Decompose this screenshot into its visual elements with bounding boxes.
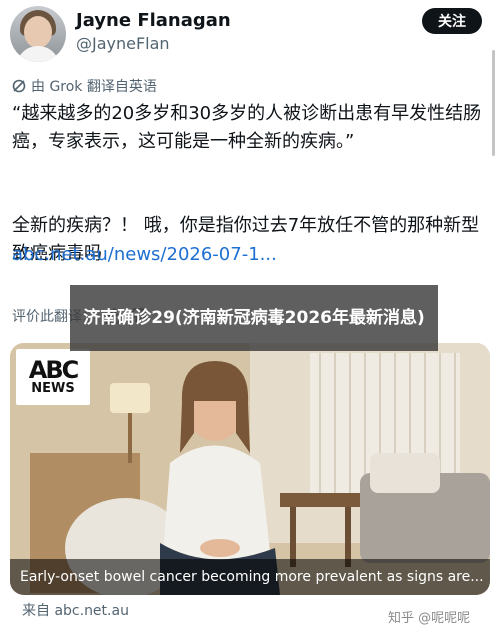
translation-text: 由 Grok 翻译自英语 bbox=[31, 79, 157, 95]
card-caption[interactable]: Early-onset bowel cancer becoming more p… bbox=[10, 559, 490, 595]
post-paragraph-1: “越来越多的20多岁和30多岁的人被诊断出患有早发性结肠癌，专家表示，这可能是一… bbox=[12, 103, 482, 152]
follow-button[interactable]: 关注 bbox=[422, 8, 482, 34]
scrollbar[interactable] bbox=[492, 50, 495, 156]
overlay-title: 济南确诊29(济南新冠病毒2026年最新消息) bbox=[70, 285, 438, 351]
translation-label: 由 Grok 翻译自英语 bbox=[12, 76, 157, 96]
translate-icon bbox=[12, 79, 26, 93]
link-source[interactable]: 来自 abc.net.au bbox=[22, 600, 129, 620]
post-link[interactable]: abc.net.au/news/2026-07-1... bbox=[12, 244, 277, 265]
abc-logo-text: NEWS bbox=[31, 380, 75, 396]
link-preview-card[interactable]: ABC NEWS Early-onset bowel cancer becomi… bbox=[10, 343, 490, 595]
display-name[interactable]: Jayne Flanagan bbox=[76, 10, 231, 31]
zhihu-watermark: 知乎 @呢呢呢 bbox=[388, 611, 471, 626]
avatar[interactable] bbox=[10, 6, 66, 62]
abc-logo-mark: ABC bbox=[28, 355, 80, 384]
user-handle[interactable]: @JayneFlan bbox=[76, 34, 170, 53]
abc-news-logo: ABC NEWS bbox=[16, 349, 90, 405]
